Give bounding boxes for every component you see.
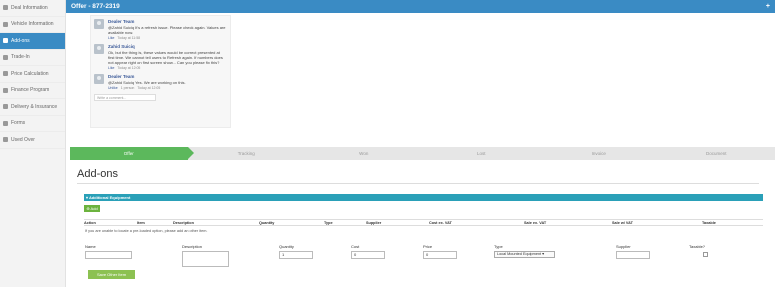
unlike-link[interactable]: Unlike bbox=[108, 86, 118, 90]
sidebar-item-label: Deal Information bbox=[11, 4, 48, 11]
avatar bbox=[94, 19, 104, 29]
description-label: Description bbox=[182, 244, 203, 249]
sidebar-item-delivery-insurance[interactable]: Delivery & Insurance bbox=[0, 99, 65, 116]
type-label: Type bbox=[494, 244, 503, 249]
column-header: Quantity bbox=[259, 221, 275, 225]
comment-time: Today at 12:05 bbox=[137, 86, 161, 90]
comment-text: Ok, but the thing is, these values would… bbox=[108, 50, 223, 65]
save-other-item-button[interactable]: Save Other Item bbox=[88, 270, 135, 279]
sidebar-item-label: Trade-In bbox=[11, 54, 30, 61]
supplier-label: Supplier bbox=[616, 244, 631, 249]
divider bbox=[77, 183, 759, 184]
sidebar-item-add-ons[interactable]: Add-ons bbox=[0, 33, 65, 50]
column-header: Sale ex. VAT bbox=[524, 221, 547, 225]
type-select[interactable]: Local Mounted Equipment ▾ bbox=[494, 251, 555, 258]
sidebar: Deal Information Vehicle Information Add… bbox=[0, 0, 66, 287]
comment-item: Dealer Team @Zahid Suiciq It's a refresh… bbox=[94, 19, 227, 40]
quantity-label: Quantity bbox=[279, 244, 294, 249]
price-field[interactable]: 0 bbox=[423, 251, 457, 259]
column-header: Item bbox=[137, 221, 145, 225]
sidebar-item-price-calculation[interactable]: Price Calculation bbox=[0, 66, 65, 83]
column-header: Supplier bbox=[366, 221, 382, 225]
step-won[interactable]: Won bbox=[305, 147, 423, 160]
taxable-checkbox[interactable] bbox=[703, 252, 708, 257]
comment-time: Today at 12:05 bbox=[117, 66, 141, 70]
add-button[interactable]: + bbox=[766, 3, 770, 10]
sidebar-item-label: Vehicle Information bbox=[11, 21, 54, 28]
step-lost[interactable]: Lost bbox=[423, 147, 541, 160]
column-header: Action bbox=[84, 221, 96, 225]
add-equipment-button[interactable]: ⊕ Add bbox=[84, 205, 100, 212]
avatar bbox=[94, 44, 104, 54]
sidebar-item-label: Add-ons bbox=[11, 37, 30, 44]
cost-label: Cost bbox=[351, 244, 360, 249]
comment-author[interactable]: Zahid Suiciq bbox=[108, 44, 227, 49]
supplier-field[interactable] bbox=[616, 251, 650, 259]
person-icon bbox=[3, 5, 8, 11]
name-field[interactable] bbox=[85, 251, 132, 259]
calculator-icon bbox=[3, 71, 8, 77]
name-label: Name bbox=[85, 244, 96, 249]
app-window: Deal Information Vehicle Information Add… bbox=[0, 0, 775, 287]
comment-author[interactable]: Dealer Team bbox=[108, 19, 227, 24]
sidebar-item-vehicle-information[interactable]: Vehicle Information bbox=[0, 17, 65, 33]
column-header: Taxable bbox=[702, 221, 716, 225]
list-icon bbox=[3, 38, 8, 44]
avatar bbox=[94, 74, 104, 84]
swap-icon bbox=[3, 54, 8, 60]
column-header: Type bbox=[324, 221, 333, 225]
sidebar-item-label: Price Calculation bbox=[11, 70, 49, 77]
unable-note: If you are unable to locate a pre-loaded… bbox=[85, 229, 208, 233]
sidebar-item-label: Used Over bbox=[11, 136, 35, 143]
sidebar-item-label: Forms bbox=[11, 120, 26, 127]
column-header: Sale w/ VAT bbox=[612, 221, 633, 225]
equipment-table-header: Action Item Description Quantity Type Su… bbox=[84, 219, 763, 226]
column-header: Cost ex. VAT bbox=[429, 221, 452, 225]
step-tracking[interactable]: Tracking bbox=[188, 147, 306, 160]
sidebar-item-label: Finance Program bbox=[11, 87, 50, 94]
like-count[interactable]: 1 person bbox=[121, 86, 135, 90]
quantity-field[interactable]: 1 bbox=[279, 251, 313, 259]
cost-field[interactable]: 0 bbox=[351, 251, 385, 259]
archive-icon bbox=[3, 137, 8, 143]
description-field[interactable] bbox=[182, 251, 229, 267]
step-invoice[interactable]: Invoice bbox=[540, 147, 658, 160]
price-label: Price bbox=[423, 244, 433, 249]
page-title: Add-ons bbox=[77, 168, 118, 180]
comment-time: Today at 11:58 bbox=[117, 36, 141, 40]
comment-text: @Zahid Suiciq Yes. We are working on thi… bbox=[108, 80, 186, 85]
progress-steps: Offer Tracking Won Lost Invoice Document bbox=[70, 147, 775, 160]
page-header-title: Offer - 877-2319 bbox=[71, 3, 120, 10]
header-bar: Offer - 877-2319 + bbox=[66, 0, 775, 13]
taxable-label: Taxable? bbox=[689, 244, 706, 249]
document-icon bbox=[3, 120, 8, 126]
step-document[interactable]: Document bbox=[658, 147, 775, 160]
comment-meta: Like Today at 12:05 bbox=[108, 66, 227, 70]
sidebar-item-used-over[interactable]: Used Over bbox=[0, 132, 65, 149]
car-icon bbox=[3, 21, 8, 27]
finance-icon bbox=[3, 87, 8, 93]
comment-author[interactable]: Dealer Team bbox=[108, 74, 227, 79]
comments-panel: Dealer Team @Zahid Suiciq It's a refresh… bbox=[90, 15, 231, 128]
write-comment-input[interactable]: Write a comment... bbox=[94, 94, 156, 101]
comment-text: @Zahid Suiciq It's a refresh issue. Plea… bbox=[108, 25, 226, 35]
sidebar-item-label: Delivery & Insurance bbox=[11, 103, 58, 110]
truck-icon bbox=[3, 104, 8, 110]
comment-item: Dealer Team @Zahid Suiciq Yes. We are wo… bbox=[94, 74, 227, 90]
column-header: Description bbox=[173, 221, 194, 225]
step-offer[interactable]: Offer bbox=[70, 147, 193, 160]
comment-item: Zahid Suiciq Ok, but the thing is, these… bbox=[94, 44, 227, 70]
sidebar-item-forms[interactable]: Forms bbox=[0, 116, 65, 132]
like-link[interactable]: Like bbox=[108, 36, 114, 40]
like-link[interactable]: Like bbox=[108, 66, 114, 70]
sidebar-item-trade-in[interactable]: Trade-In bbox=[0, 50, 65, 66]
sidebar-item-finance-program[interactable]: Finance Program bbox=[0, 83, 65, 99]
comment-meta: Like Today at 11:58 bbox=[108, 36, 227, 40]
comment-meta: Unlike 1 person Today at 12:05 bbox=[108, 86, 227, 90]
sidebar-item-deal-information[interactable]: Deal Information bbox=[0, 0, 65, 17]
additional-equipment-bar[interactable]: ▾ Additional Equipment bbox=[84, 194, 763, 201]
